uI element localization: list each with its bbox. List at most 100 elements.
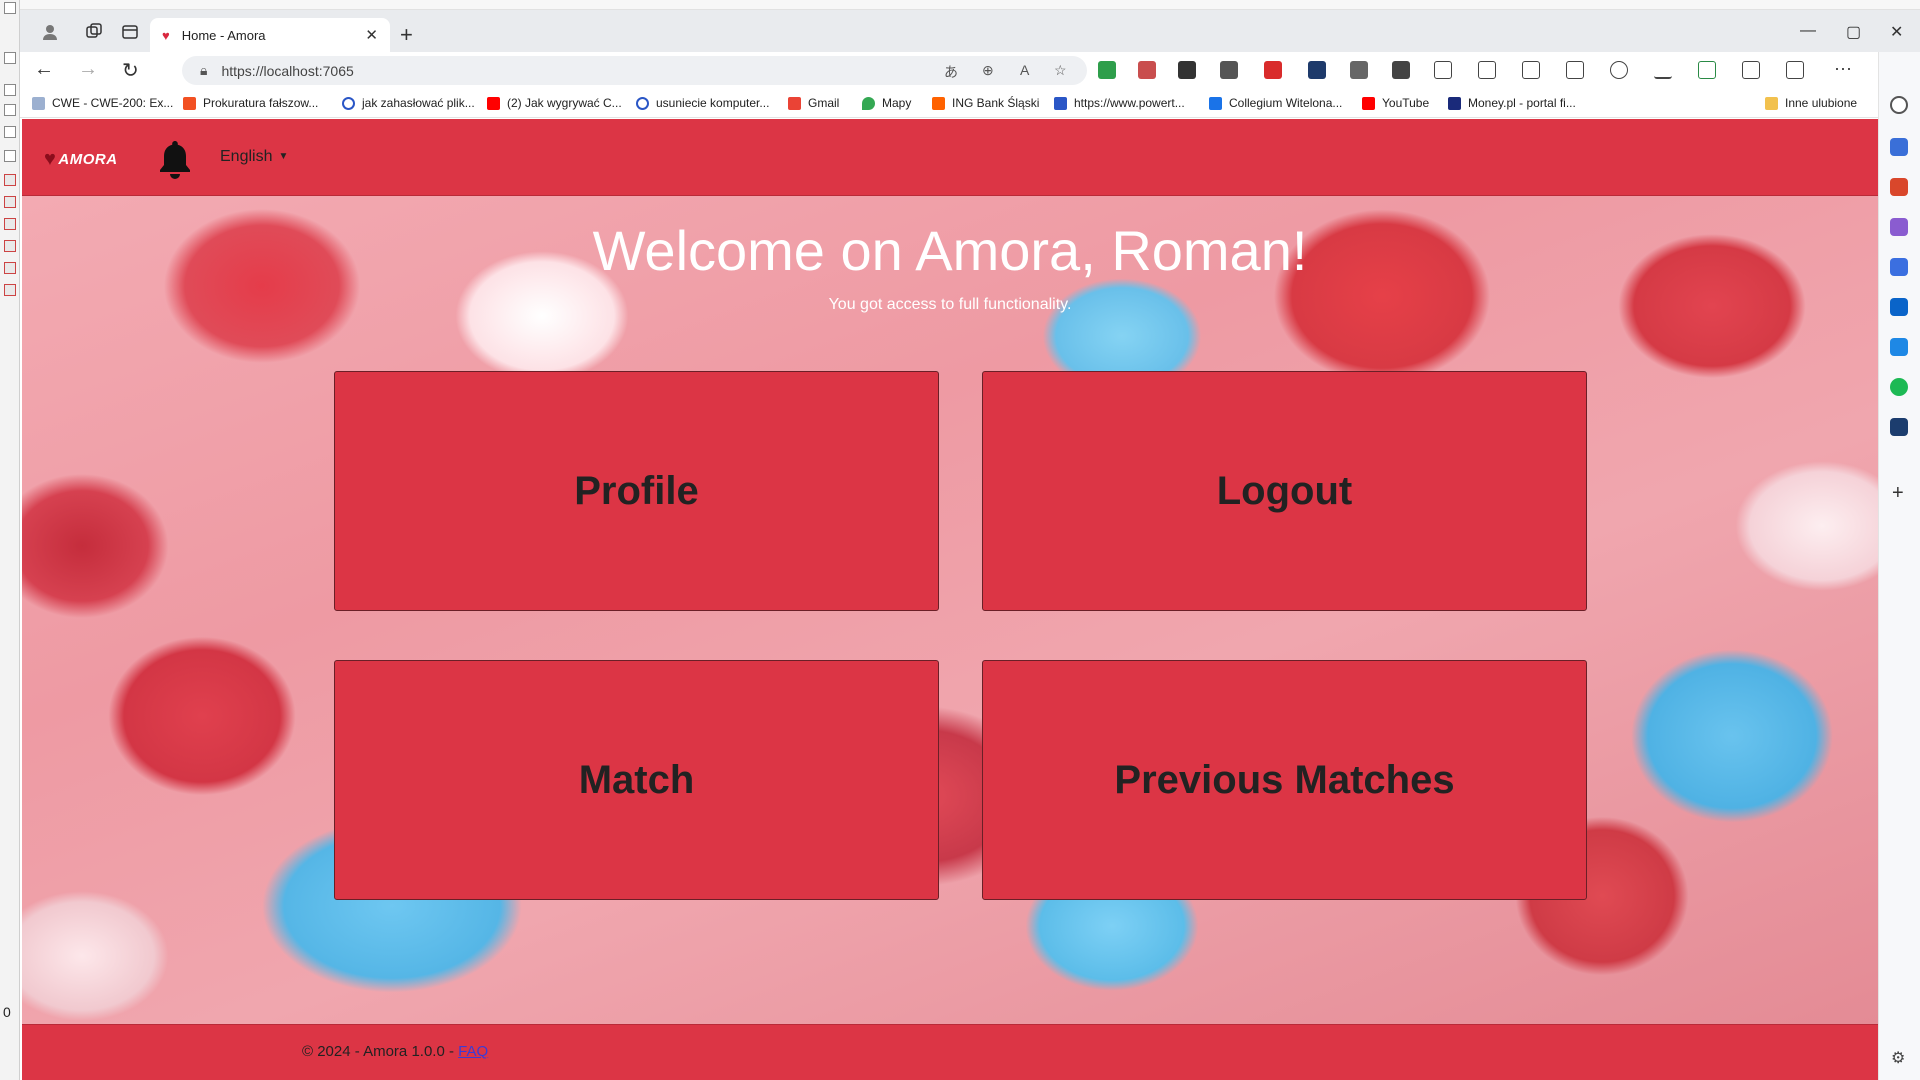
bookmark-item[interactable]: Prokuratura fałszow... [183,96,318,110]
outlook-icon[interactable] [1890,298,1908,316]
extension-icon[interactable] [1178,61,1196,79]
folder-icon [1765,96,1778,110]
printer-extension-icon[interactable] [1098,61,1116,79]
bookmark-icon [1209,96,1222,110]
settings-gear-icon[interactable]: ⚙ [1891,1048,1905,1068]
send-icon[interactable] [1890,338,1908,356]
favorites-icon[interactable] [1522,61,1540,79]
back-icon[interactable]: ← [34,58,54,81]
bookmark-item[interactable]: Gmail [788,96,839,110]
other-favorites[interactable]: Inne ulubione [1765,96,1857,110]
games-icon[interactable] [1890,218,1908,236]
bookmark-item[interactable]: ING Bank Śląski [932,96,1039,110]
extension-icon[interactable] [1392,61,1410,79]
bookmark-item[interactable]: Collegium Witelona... [1209,96,1342,110]
performance-icon[interactable] [1698,61,1716,79]
previous-matches-button[interactable]: Previous Matches [982,660,1587,900]
spotify-icon[interactable] [1890,378,1908,396]
strip-value: 0 [3,1004,11,1020]
bookmark-item[interactable]: (2) Jak wygrywać C... [487,96,622,110]
welcome-title: Welcome on Amora, Roman! [592,219,1308,282]
translate-icon[interactable]: あ [944,62,958,82]
extension-icon[interactable] [1308,61,1326,79]
heart-logo-icon: ♥ [44,148,57,170]
copilot-icon[interactable] [1890,258,1908,276]
shield-extension-icon[interactable] [1220,61,1238,79]
share-icon[interactable] [1786,61,1804,79]
collections-icon[interactable] [1566,61,1584,79]
ing-icon [932,96,945,110]
tab-title: Home - Amora [181,27,266,43]
extensions-icon[interactable] [1434,61,1452,79]
copyright-text: © 2024 - Amora 1.0.0 - [302,1043,459,1060]
file-icon [4,262,16,274]
site-navbar: ♥ AMORA English ▼ [22,119,1878,196]
bookmark-item[interactable]: jak zahasłować plik... [342,96,475,110]
search-icon [342,96,355,110]
youtube-icon [1362,96,1375,110]
caret-down-icon: ▼ [278,151,289,163]
os-top-bar [20,0,1920,10]
match-button[interactable]: Match [334,660,939,900]
hero-section: Welcome on Amora, Roman! You got access … [22,196,1878,1024]
page-viewport: ♥ AMORA English ▼ Welcome on Amora, Roman… [22,119,1878,1080]
close-tab-icon[interactable]: ✕ [365,26,378,44]
bookmark-item[interactable]: YouTube [1362,96,1429,110]
bookmark-item[interactable]: https://www.powert... [1054,96,1185,110]
forward-icon[interactable]: → [78,58,98,81]
favorite-star-icon[interactable]: ☆ [1054,62,1067,79]
mail-extension-icon[interactable] [1350,61,1368,79]
browser-tab-bar: ♥ Home - Amora ✕ + — ▢ ✕ [20,10,1920,52]
bookmark-item[interactable]: Money.pl - portal fi... [1448,96,1576,110]
address-bar[interactable]: 🔒︎ https://localhost:7065 あ ⊕ A ☆ [182,56,1087,85]
tools-icon[interactable] [1890,178,1908,196]
language-dropdown[interactable]: English ▼ [220,148,288,166]
history-icon[interactable] [1610,61,1628,79]
extension-icon[interactable] [1264,61,1282,79]
split-screen-icon[interactable] [1478,61,1496,79]
screenshot-icon[interactable] [1742,61,1760,79]
workspaces-icon[interactable] [80,18,108,46]
read-aloud-icon[interactable]: A [1020,62,1029,78]
bookmark-item[interactable]: CWE - CWE-200: Ex... [32,96,173,110]
download-icon[interactable] [1654,61,1672,79]
extension-icon[interactable] [1890,418,1908,436]
background-app-strip: 0 [0,0,20,1080]
file-icon [4,218,16,230]
profile-button[interactable]: Profile [334,371,939,611]
file-icon [4,196,16,208]
search-icon[interactable] [1890,96,1908,114]
microsoft-icon [183,96,196,110]
extension-icon[interactable] [1138,61,1156,79]
more-options-icon[interactable]: ··· [1834,58,1852,79]
file-icon [4,284,16,296]
new-tab-icon[interactable]: + [400,22,413,48]
shopping-icon[interactable] [1890,138,1908,156]
home-icon [4,150,16,162]
zoom-icon[interactable]: ⊕ [982,62,994,79]
minimize-icon[interactable]: — [1800,22,1816,40]
close-window-icon[interactable]: ✕ [1890,22,1903,42]
youtube-icon [487,96,500,110]
bookmark-icon [32,96,45,110]
logout-button[interactable]: Logout [982,371,1587,611]
app-icon [4,2,16,14]
search-icon [636,96,649,110]
profile-icon[interactable] [36,18,64,46]
money-icon [1448,96,1461,110]
lock-icon[interactable]: 🔒︎ [200,62,207,79]
tab-home-amora[interactable]: ♥ Home - Amora ✕ [150,18,390,52]
refresh-icon[interactable]: ↻ [122,58,139,83]
maximize-icon[interactable]: ▢ [1846,22,1861,42]
match-label: Match [578,757,695,802]
amora-logo[interactable]: ♥ AMORA [44,148,118,171]
bookmark-item[interactable]: Mapy [862,96,911,110]
add-icon[interactable]: + [1892,482,1904,505]
faq-link[interactable]: FAQ [458,1043,488,1060]
bookmarks-bar: CWE - CWE-200: Ex... Prokuratura fałszow… [20,88,1920,118]
profile-label: Profile [574,468,699,513]
bookmark-item[interactable]: usuniecie komputer... [636,96,769,110]
previous-matches-label: Previous Matches [1114,757,1455,802]
notification-bell-icon[interactable] [157,139,193,179]
vertical-tabs-icon[interactable] [116,18,144,46]
